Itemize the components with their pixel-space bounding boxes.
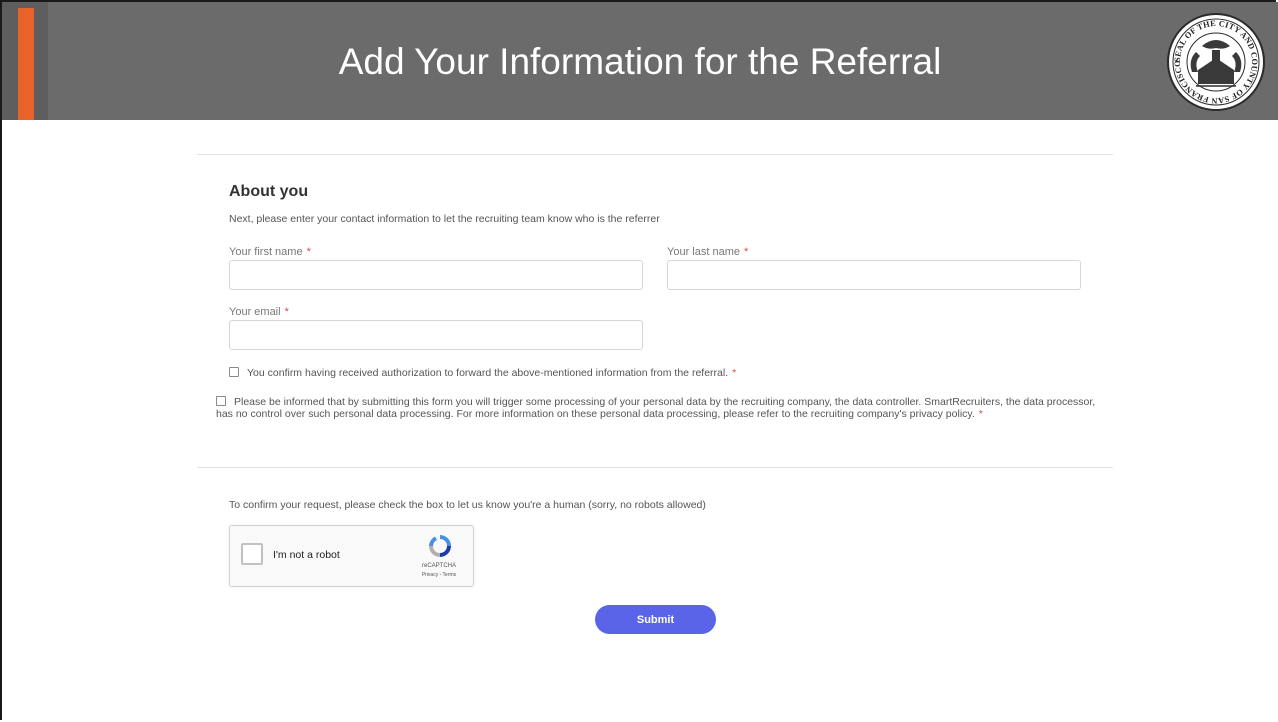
- last-name-label-text: Your last name: [667, 246, 740, 258]
- first-name-label: Your first name *: [229, 246, 311, 258]
- consent-label: Please be informed that by submitting th…: [216, 396, 1096, 420]
- last-name-label: Your last name *: [667, 246, 748, 258]
- header-accent-orange: [18, 8, 34, 120]
- authorization-checkbox[interactable]: [229, 367, 239, 377]
- recaptcha-label: I'm not a robot: [273, 549, 340, 561]
- consent-row: Please be informed that by submitting th…: [216, 396, 1096, 420]
- email-label: Your email *: [229, 306, 289, 318]
- first-name-input[interactable]: [229, 260, 643, 290]
- required-marker: *: [306, 246, 311, 258]
- recaptcha-terms-link[interactable]: Privacy - Terms: [414, 572, 464, 578]
- required-marker: *: [284, 306, 289, 318]
- captcha-note: To confirm your request, please check th…: [229, 499, 706, 511]
- required-marker: *: [732, 367, 737, 379]
- recaptcha-logo-icon: [429, 535, 451, 557]
- recaptcha-widget: I'm not a robot reCAPTCHA Privacy - Term…: [229, 525, 474, 587]
- recaptcha-checkbox[interactable]: [241, 543, 263, 565]
- first-name-label-text: Your first name: [229, 246, 303, 258]
- form-bottom-divider: [197, 467, 1113, 468]
- recaptcha-brand: reCAPTCHA: [421, 563, 456, 569]
- section-heading: About you: [229, 183, 309, 200]
- section-description: Next, please enter your contact informat…: [229, 213, 660, 225]
- required-marker: *: [978, 408, 983, 420]
- form-top-divider: [197, 154, 1113, 155]
- email-label-text: Your email: [229, 306, 281, 318]
- required-marker: *: [743, 246, 749, 258]
- last-name-input[interactable]: [667, 260, 1081, 290]
- authorization-label: You confirm having received authorizatio…: [247, 367, 729, 379]
- authorization-row: You confirm having received authorizatio…: [229, 367, 736, 380]
- email-input[interactable]: [229, 320, 643, 350]
- city-seal-icon: SEAL OF THE CITY AND COUNTY OF SAN FRANC…: [1167, 13, 1265, 111]
- consent-checkbox[interactable]: [216, 396, 226, 406]
- submit-button[interactable]: Submit: [595, 605, 716, 634]
- slide-title: Add Your Information for the Referral: [338, 41, 942, 82]
